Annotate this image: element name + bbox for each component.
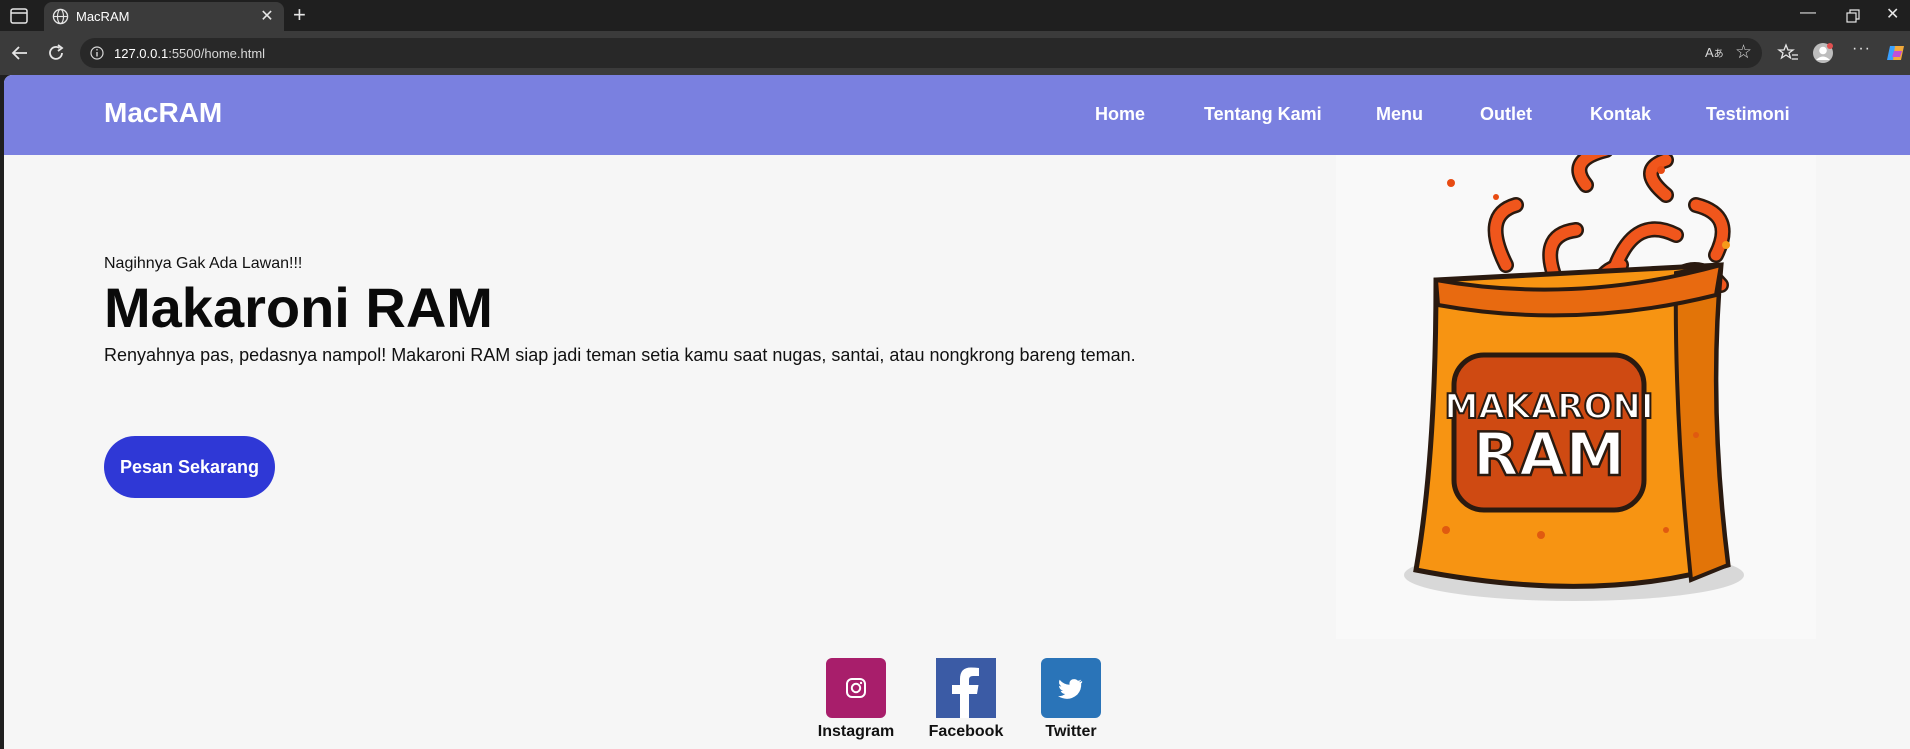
- browser-toolbar: 127.0.0.1:5500/home.html Aあ ☆ ···: [0, 31, 1910, 75]
- browser-tab-bar: MacRAM ✕ + — ✕: [0, 0, 1910, 31]
- order-now-button[interactable]: Pesan Sekarang: [104, 436, 275, 498]
- hero-description: Renyahnya pas, pedasnya nampol! Makaroni…: [104, 345, 1136, 365]
- makaroni-bag-illustration: MAKARONI RAM: [1404, 142, 1744, 601]
- back-icon[interactable]: [8, 41, 32, 65]
- hero-title: Makaroni RAM: [104, 276, 493, 339]
- twitter-label[interactable]: Twitter: [1021, 723, 1121, 741]
- nav-link-testimoni[interactable]: Testimoni: [1706, 104, 1790, 125]
- instagram-button[interactable]: [826, 658, 886, 718]
- window-close-icon[interactable]: ✕: [1886, 4, 1899, 24]
- nav-link-kontak[interactable]: Kontak: [1590, 104, 1651, 125]
- nav-link-tentang-kami[interactable]: Tentang Kami: [1204, 104, 1322, 125]
- address-bar[interactable]: 127.0.0.1:5500/home.html Aあ ☆: [80, 38, 1762, 68]
- restore-icon[interactable]: [1846, 9, 1860, 23]
- facebook-button[interactable]: [936, 658, 996, 718]
- twitter-button[interactable]: [1041, 658, 1101, 718]
- bag-label-line2: RAM: [1473, 420, 1625, 490]
- nav-link-home[interactable]: Home: [1095, 104, 1145, 125]
- site-navbar: MacRAM Home Tentang Kami Menu Outlet Kon…: [4, 75, 1910, 155]
- twitter-icon: [1058, 679, 1083, 699]
- favorites-icon[interactable]: [1777, 42, 1799, 64]
- more-icon[interactable]: ···: [1852, 40, 1871, 58]
- copilot-icon[interactable]: [1885, 42, 1907, 64]
- minimize-icon[interactable]: —: [1800, 4, 1816, 22]
- instagram-label[interactable]: Instagram: [806, 723, 906, 741]
- tab-title: MacRAM: [76, 9, 130, 24]
- nav-link-outlet[interactable]: Outlet: [1480, 104, 1532, 125]
- url-host: 127.0.0.1: [114, 46, 169, 61]
- profile-icon[interactable]: [1812, 42, 1834, 64]
- favorite-icon[interactable]: ☆: [1735, 41, 1752, 64]
- instagram-icon: [846, 678, 866, 698]
- browser-tab[interactable]: MacRAM ✕: [44, 2, 284, 31]
- hero-tagline: Nagihnya Gak Ada Lawan!!!: [104, 255, 303, 272]
- read-aloud-icon[interactable]: Aあ: [1705, 45, 1724, 60]
- page-viewport: MacRAM Home Tentang Kami Menu Outlet Kon…: [4, 75, 1910, 749]
- close-icon[interactable]: ✕: [258, 6, 276, 26]
- facebook-label[interactable]: Facebook: [916, 723, 1016, 741]
- product-image: MAKARONI RAM: [1336, 142, 1816, 639]
- facebook-icon: [952, 667, 979, 718]
- url-path: :5500/home.html: [168, 46, 266, 61]
- plus-icon[interactable]: +: [293, 4, 306, 26]
- globe-icon: [52, 8, 69, 25]
- tab-actions-icon[interactable]: [10, 8, 28, 24]
- reload-icon[interactable]: [44, 41, 68, 65]
- nav-link-menu[interactable]: Menu: [1376, 104, 1423, 125]
- site-logo[interactable]: MacRAM: [104, 97, 222, 129]
- info-icon[interactable]: [90, 46, 104, 60]
- url-text: 127.0.0.1:5500/home.html: [114, 46, 265, 61]
